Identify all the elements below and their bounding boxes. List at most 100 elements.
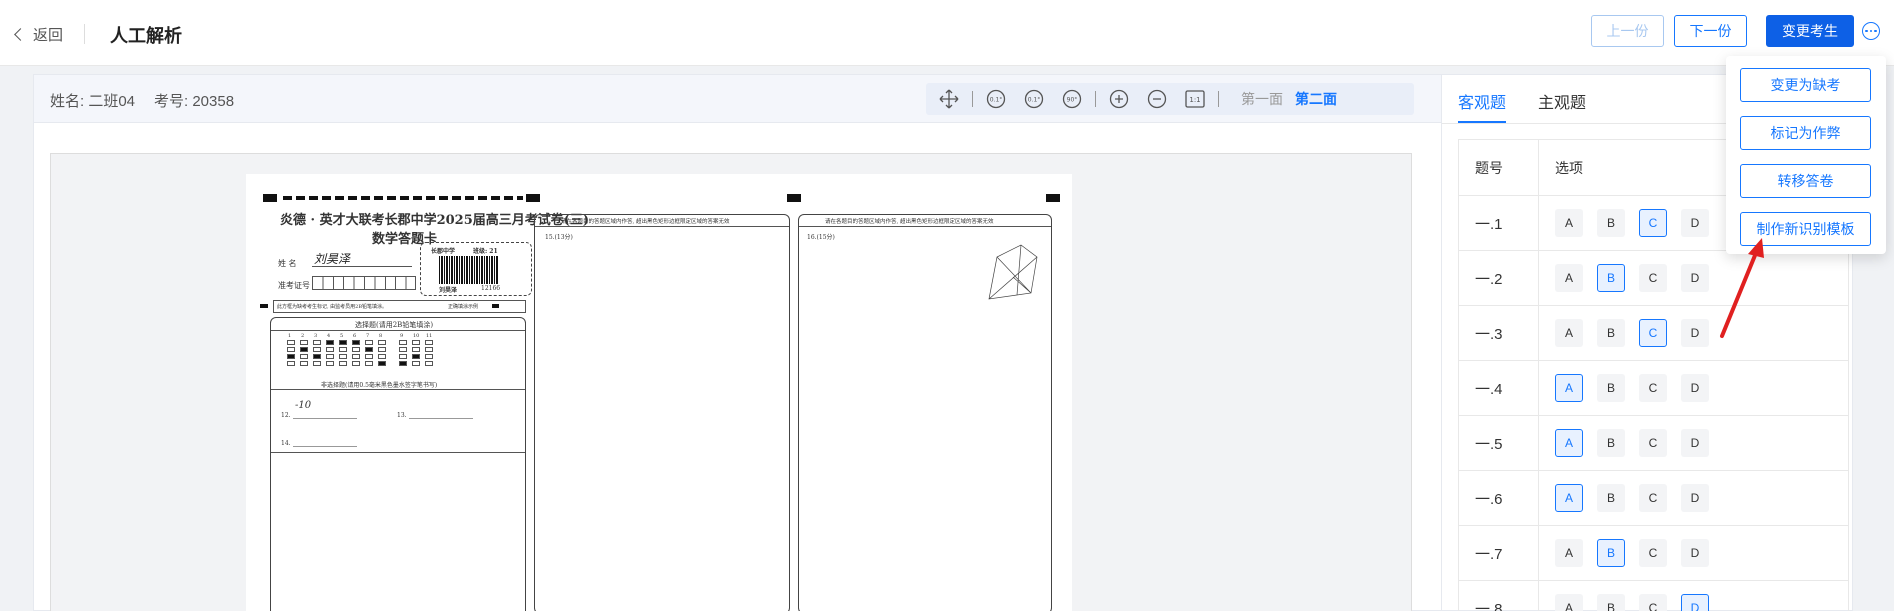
option-d-button[interactable]: D — [1681, 264, 1709, 292]
absent-box: 此方框为缺考考生标记, 由监考员用2B铅笔填涂。 正确填涂示例 — [273, 300, 526, 313]
move-icon[interactable] — [936, 86, 962, 112]
choice-number: 10 — [413, 333, 420, 339]
question-number: 一.8 — [1459, 581, 1539, 611]
option-a-button[interactable]: A — [1555, 429, 1583, 457]
choice-bubble — [339, 354, 347, 359]
option-c-button[interactable]: C — [1639, 594, 1667, 611]
option-c-button[interactable]: C — [1639, 374, 1667, 402]
option-a-button[interactable]: A — [1555, 319, 1583, 347]
option-d-button[interactable]: D — [1681, 429, 1709, 457]
transfer-sheet-button[interactable]: 转移答卷 — [1740, 164, 1871, 198]
option-c-button[interactable]: C — [1639, 264, 1667, 292]
red-arrow-annotation — [1720, 238, 1764, 338]
back-button[interactable]: 返回 — [14, 24, 63, 45]
mark-cheating-button[interactable]: 标记为作弊 — [1740, 116, 1871, 150]
choice-bubble — [425, 361, 433, 366]
change-student-button[interactable]: 变更考生 — [1766, 15, 1854, 47]
rotate-right-icon[interactable]: 0.1° — [1021, 86, 1047, 112]
name-handwriting: 刘昊泽 — [314, 252, 351, 266]
tab-subjective[interactable]: 主观题 — [1538, 89, 1586, 123]
option-b-button[interactable]: B — [1597, 484, 1625, 512]
option-a-button[interactable]: A — [1555, 484, 1583, 512]
option-d-button[interactable]: D — [1681, 539, 1709, 567]
choice-bubble — [339, 347, 347, 352]
option-group: ABCD — [1539, 319, 1709, 347]
choice-bubble — [425, 347, 433, 352]
zoom-out-icon[interactable] — [1144, 86, 1170, 112]
option-c-button[interactable]: C — [1639, 539, 1667, 567]
choice-bubble — [352, 361, 360, 366]
more-options-icon[interactable] — [1862, 22, 1880, 40]
choice-bubble — [326, 347, 334, 352]
scan-viewer[interactable]: 炎德 · 英才大联考长郡中学2025届高三月考试卷(三) 数学答题卡 姓 名 刘… — [50, 153, 1412, 611]
zoom-in-icon[interactable] — [1106, 86, 1132, 112]
barcode-box: 长郡中学 班级: 21 刘昊泽 12166 — [420, 242, 532, 296]
tab-objective[interactable]: 客观题 — [1458, 89, 1507, 123]
option-c-button[interactable]: C — [1639, 319, 1667, 347]
option-b-button[interactable]: B — [1597, 594, 1625, 611]
choice-number: 3 — [314, 333, 318, 339]
option-c-button[interactable]: C — [1639, 209, 1667, 237]
correct-example: 正确填涂示例 — [448, 304, 479, 310]
choice-bubble — [300, 340, 308, 345]
option-a-button[interactable]: A — [1555, 264, 1583, 292]
choice-bubble — [365, 361, 373, 366]
option-b-button[interactable]: B — [1597, 429, 1625, 457]
rotate-90-text: 90° — [1067, 97, 1078, 104]
col-number-header: 题号 — [1459, 140, 1539, 195]
col2-rule — [535, 226, 789, 227]
col-options-header: 选项 — [1555, 159, 1583, 176]
choice-bubble — [287, 354, 295, 359]
timing-mark — [1046, 194, 1060, 202]
option-group: ABCD — [1539, 429, 1709, 457]
table-row: 一.5 A B C D — [1459, 416, 1848, 471]
option-b-button[interactable]: B — [1597, 374, 1625, 402]
option-b-button[interactable]: B — [1597, 209, 1625, 237]
timing-mark — [526, 194, 540, 202]
top-header: 返回 人工解析 上一份 下一份 变更考生 — [0, 0, 1894, 66]
option-a-button[interactable]: A — [1555, 539, 1583, 567]
face-one-button[interactable]: 第一面 — [1241, 89, 1283, 109]
option-d-button[interactable]: D — [1681, 374, 1709, 402]
rotate-left-icon[interactable]: 0.1° — [983, 86, 1009, 112]
question-tabs: 客观题 主观题 — [1458, 89, 1586, 123]
mark-absent-button[interactable]: 变更为缺考 — [1740, 68, 1871, 102]
choice-bubble — [399, 354, 407, 359]
geometry-figure — [988, 244, 1038, 300]
choice-bubble — [365, 340, 373, 345]
option-a-button[interactable]: A — [1555, 209, 1583, 237]
col2-note: 请在各题目的答题区域内作答, 超出黑色矩形边框限定区域的答案无效 — [561, 219, 730, 225]
prev-button[interactable]: 上一份 — [1591, 15, 1664, 47]
option-c-button[interactable]: C — [1639, 484, 1667, 512]
option-d-button[interactable]: D — [1681, 319, 1709, 347]
q12-answer: -10 — [295, 400, 312, 411]
option-b-button[interactable]: B — [1597, 264, 1625, 292]
choice-number: 7 — [366, 333, 370, 339]
option-b-button[interactable]: B — [1597, 539, 1625, 567]
option-a-button[interactable]: A — [1555, 594, 1583, 611]
next-button[interactable]: 下一份 — [1674, 15, 1747, 47]
table-row: 一.2 A B C D — [1459, 251, 1848, 306]
answer-line — [409, 418, 473, 419]
rotate-90-icon[interactable]: 90° — [1059, 86, 1085, 112]
option-group: ABCD — [1539, 484, 1709, 512]
side-mark — [260, 304, 268, 308]
option-group: ABCD — [1539, 594, 1709, 611]
choice-bubble — [412, 361, 420, 366]
choice-bubble — [412, 340, 420, 345]
option-d-button[interactable]: D — [1681, 484, 1709, 512]
face-two-button[interactable]: 第二面 — [1295, 89, 1337, 109]
choice-bubble — [287, 361, 295, 366]
option-d-button[interactable]: D — [1681, 209, 1709, 237]
choice-bubble — [365, 347, 373, 352]
option-d-button[interactable]: D — [1681, 594, 1709, 611]
choice-bubble — [313, 340, 321, 345]
option-a-button[interactable]: A — [1555, 374, 1583, 402]
choice-bubble — [326, 340, 334, 345]
option-b-button[interactable]: B — [1597, 319, 1625, 347]
q15-label: 15.(13分) — [545, 234, 573, 241]
actual-size-icon[interactable]: 1:1 — [1182, 86, 1208, 112]
option-c-button[interactable]: C — [1639, 429, 1667, 457]
choice-bubble — [287, 347, 295, 352]
barcode-number: 12166 — [481, 285, 501, 292]
